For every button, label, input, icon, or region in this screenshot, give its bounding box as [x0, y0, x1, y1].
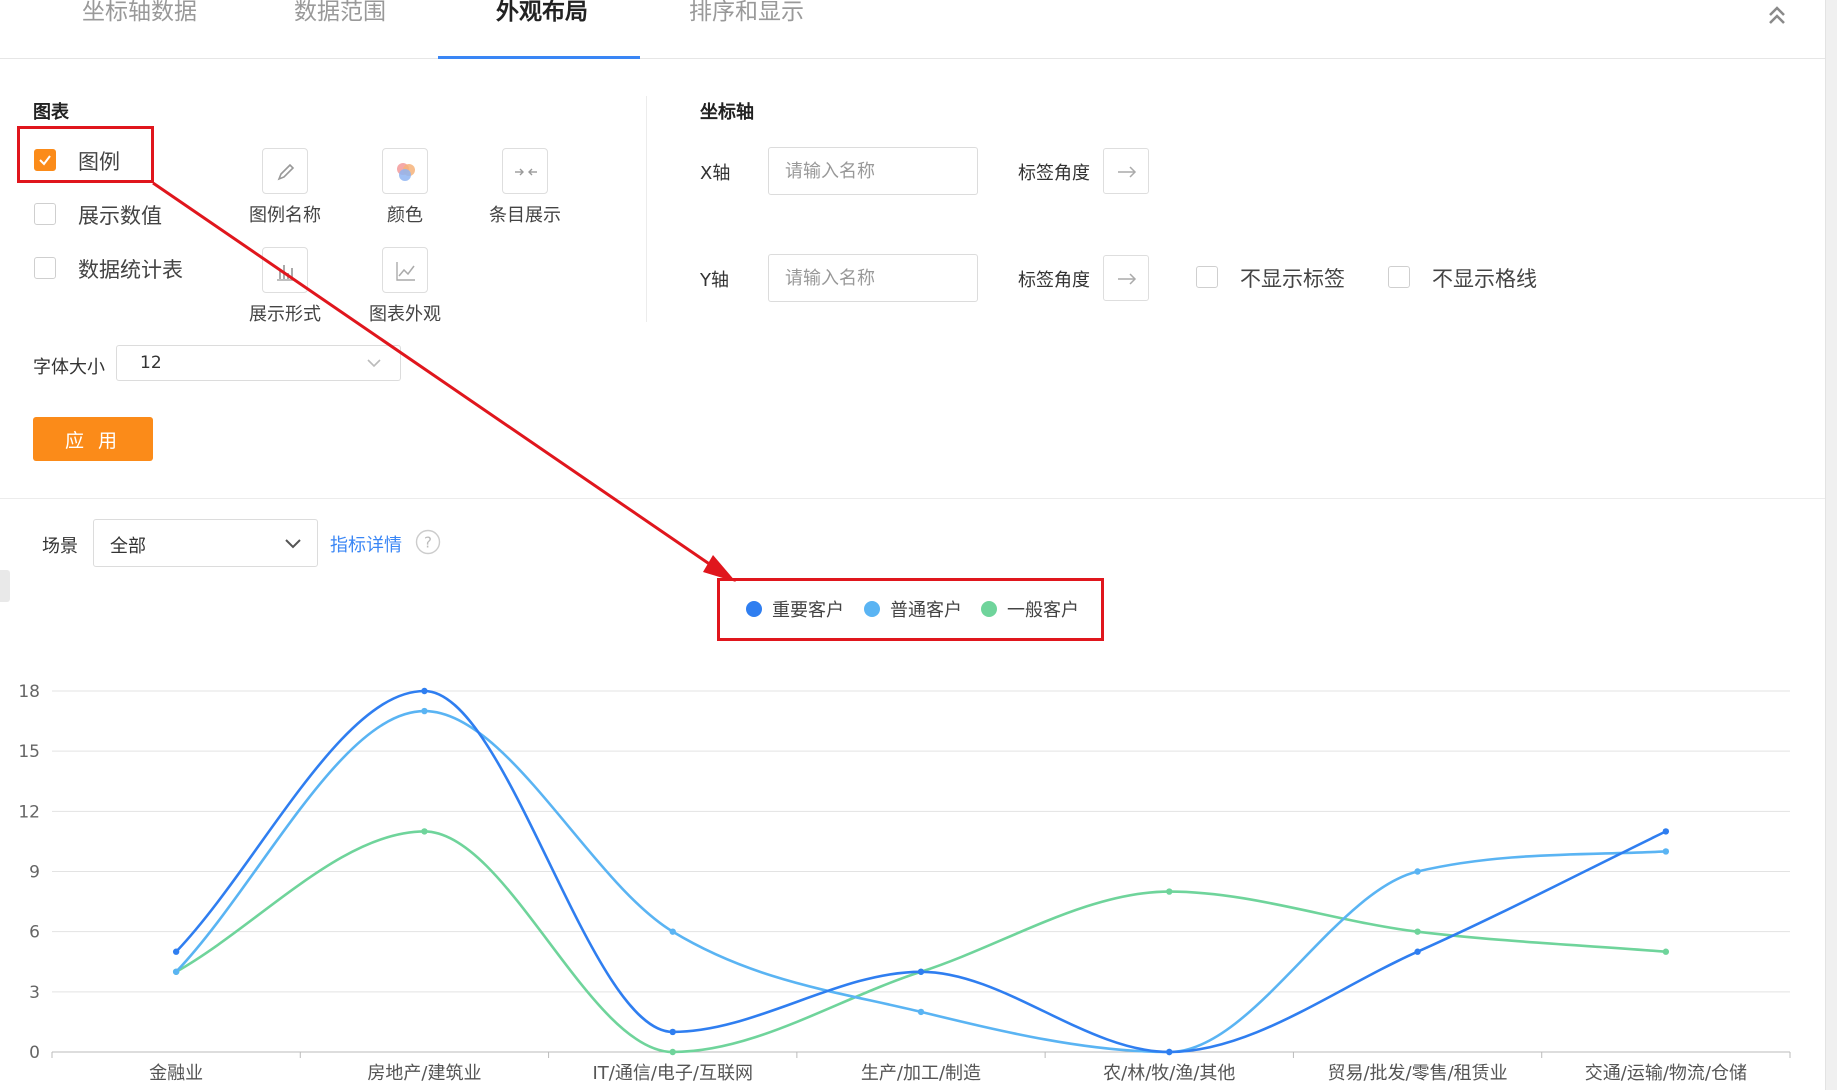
- data-point-series-3[interactable]: [421, 828, 428, 835]
- x-tick-label: 交通/运输/物流/仓储: [1585, 1063, 1747, 1084]
- x-tick-label: 生产/加工/制造: [861, 1063, 981, 1084]
- x-tick-label: IT/通信/电子/互联网: [592, 1063, 753, 1084]
- scrollbar[interactable]: [1825, 0, 1837, 1090]
- data-point-series-2[interactable]: [1414, 868, 1421, 875]
- data-point-series-1[interactable]: [1414, 948, 1421, 955]
- data-point-series-2[interactable]: [669, 928, 676, 935]
- y-tick-label: 3: [29, 983, 40, 1003]
- x-tick-label: 金融业: [149, 1063, 203, 1084]
- series-line-2[interactable]: [175, 709, 1666, 1054]
- y-tick-label: 0: [29, 1043, 40, 1063]
- y-tick-label: 12: [18, 802, 40, 822]
- data-point-series-2[interactable]: [172, 968, 180, 975]
- annotation-arrow: [152, 181, 736, 582]
- data-point-series-3[interactable]: [669, 1048, 676, 1056]
- data-point-series-1[interactable]: [172, 948, 180, 955]
- data-point-series-1[interactable]: [1662, 828, 1670, 835]
- data-point-series-2[interactable]: [1662, 848, 1670, 855]
- data-point-series-1[interactable]: [669, 1028, 676, 1036]
- line-chart: 0 3 6 9 12 15 18 金融业 房地产/建筑业 IT/通信/电子/互联网 生产/加工/制造…: [18, 181, 1791, 1084]
- data-point-series-3[interactable]: [1166, 888, 1173, 895]
- data-point-series-2[interactable]: [421, 707, 428, 715]
- data-point-series-2[interactable]: [917, 1008, 925, 1016]
- y-tick-label: 18: [18, 682, 40, 702]
- data-point-series-3[interactable]: [1414, 928, 1421, 935]
- x-tick-label: 贸易/批发/零售/租赁业: [1327, 1063, 1507, 1084]
- y-tick-label: 6: [29, 923, 40, 943]
- y-tick-label: 9: [29, 863, 40, 883]
- x-tick-label: 农/林/牧/渔/其他: [1103, 1063, 1235, 1084]
- y-tick-label: 15: [18, 742, 40, 762]
- data-point-series-1[interactable]: [917, 968, 925, 975]
- x-tick-label: 房地产/建筑业: [367, 1063, 481, 1084]
- data-point-series-1[interactable]: [1166, 1048, 1173, 1056]
- data-point-series-3[interactable]: [1662, 948, 1670, 955]
- data-point-series-1[interactable]: [421, 687, 428, 695]
